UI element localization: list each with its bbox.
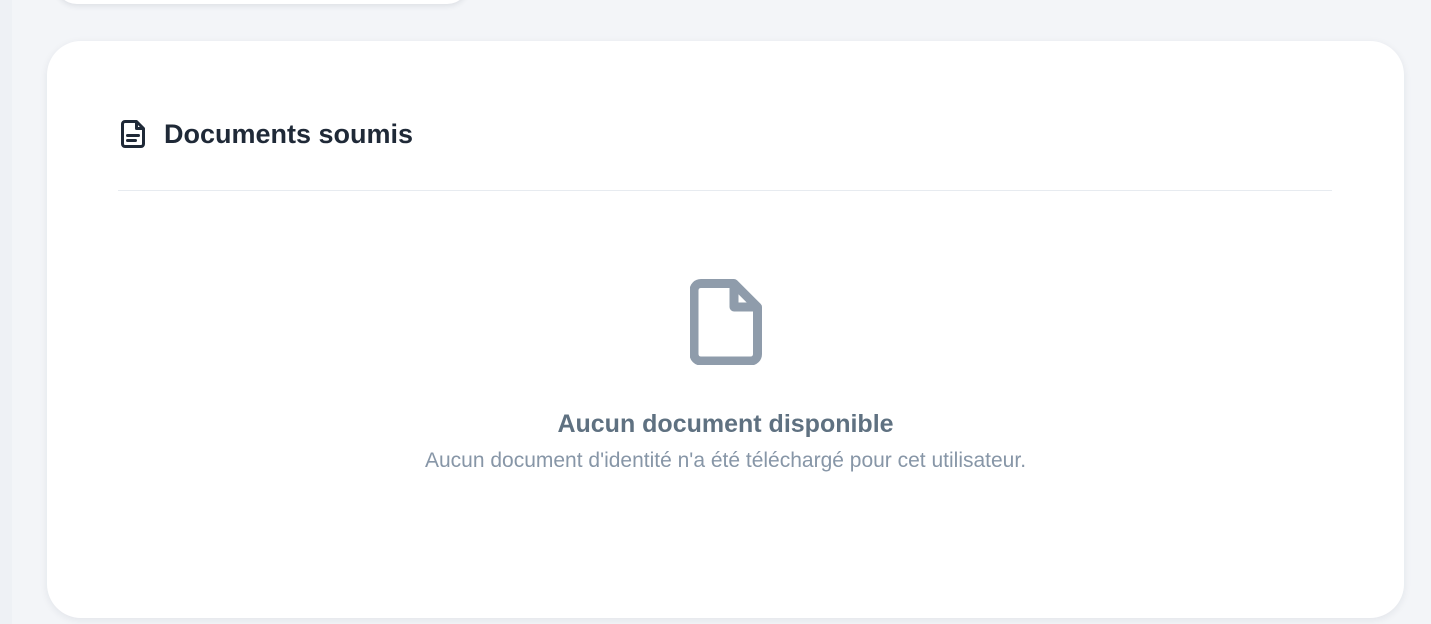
page: Documents soumis Aucun document disponib… [0, 0, 1431, 624]
card-header: Documents soumis [118, 115, 413, 153]
empty-state-title: Aucun document disponible [557, 410, 894, 438]
empty-state-message: Aucun document d'identité n'a été téléch… [424, 449, 1027, 472]
card-title: Documents soumis [164, 119, 414, 149]
left-edge [0, 0, 12, 624]
empty-state: Aucun document disponible Aucun document… [47, 279, 1404, 476]
documents-submitted-card: Documents soumis Aucun document disponib… [47, 41, 1404, 618]
top-card-fragment [55, 0, 469, 4]
header-divider [118, 190, 1332, 191]
file-text-icon [121, 120, 145, 148]
file-icon [689, 279, 762, 365]
